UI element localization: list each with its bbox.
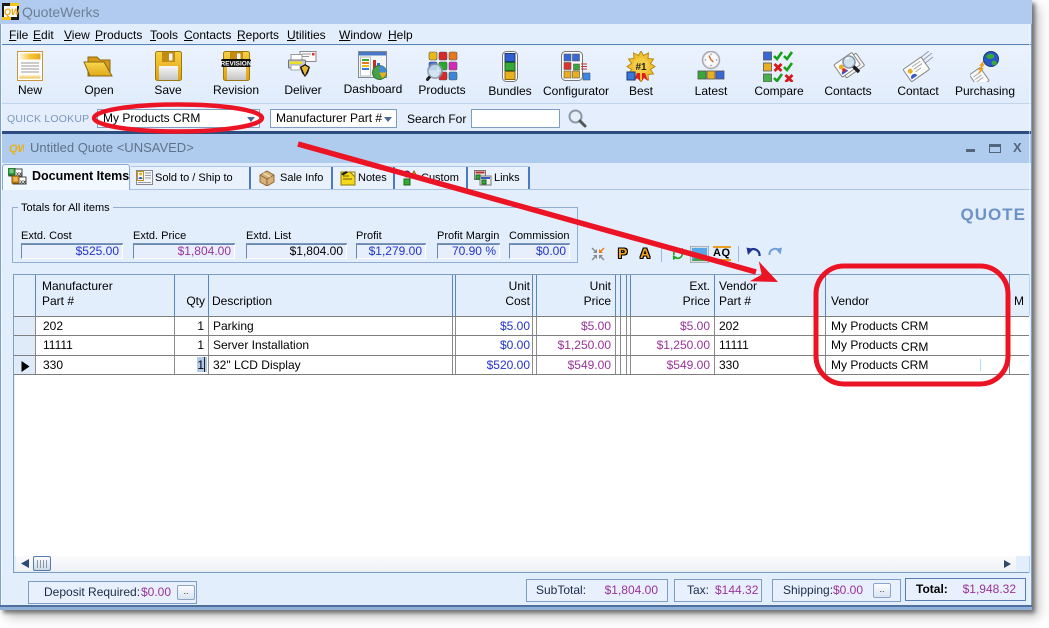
svg-text:xx: xx [20,180,27,186]
svg-text:QW: QW [4,7,19,17]
svg-text:REVISION: REVISION [221,61,251,68]
svg-text:QW: QW [9,143,24,155]
svg-text:#1: #1 [635,62,647,73]
